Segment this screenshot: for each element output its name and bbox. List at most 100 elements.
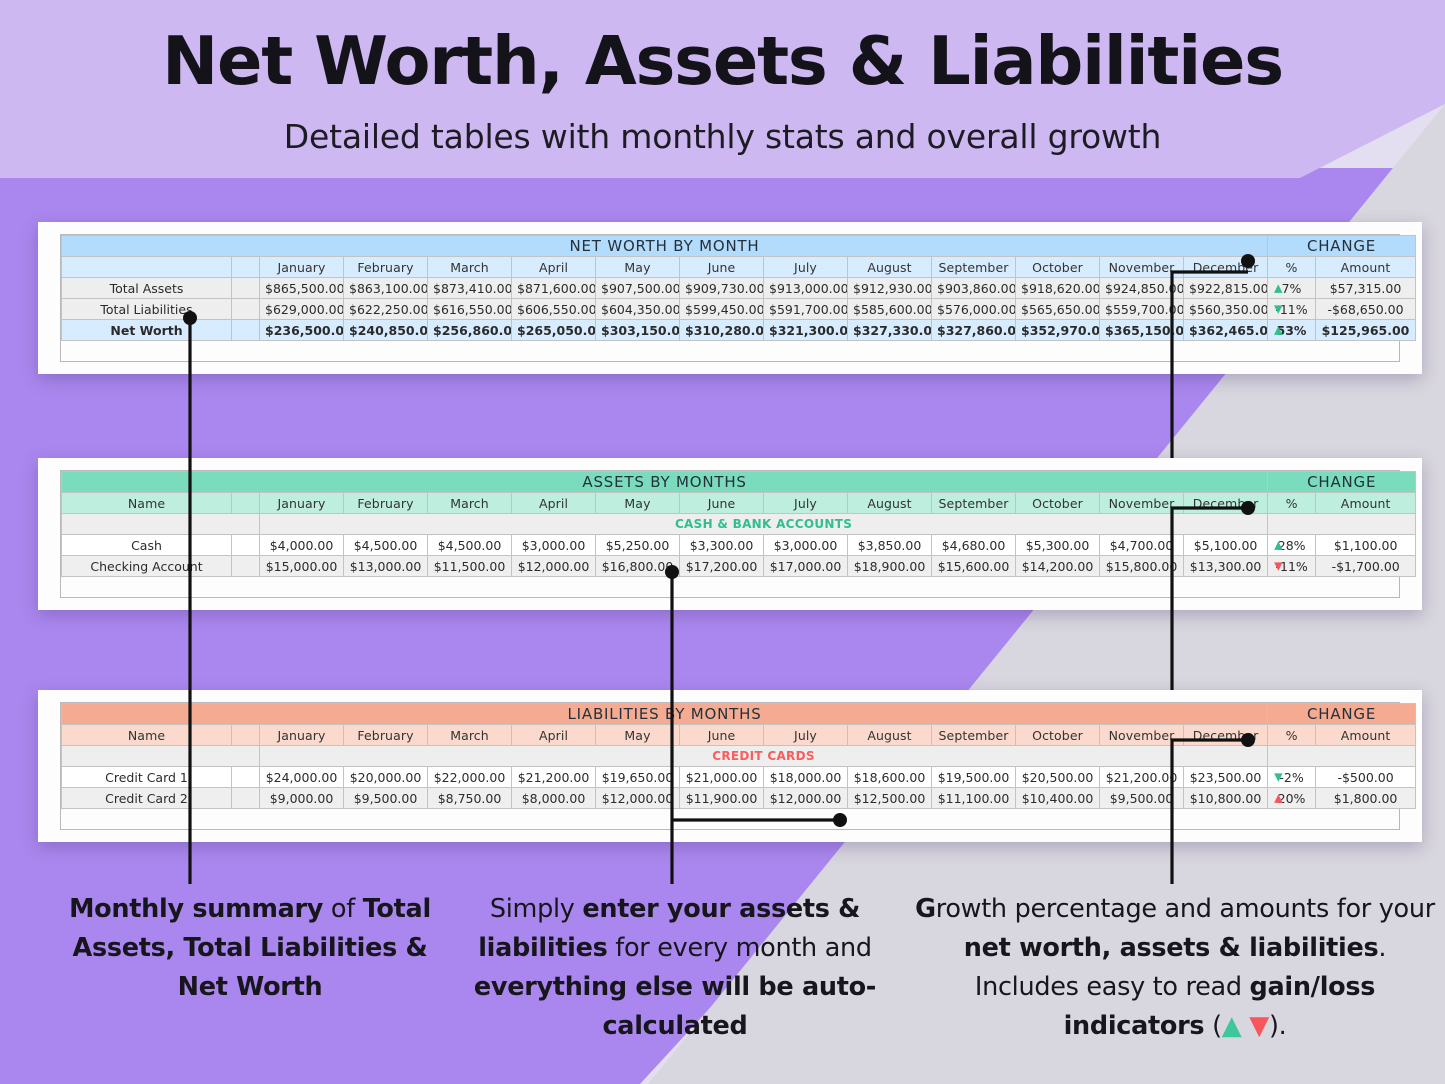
cell-june[interactable]: $21,000.00 — [679, 766, 764, 788]
table-row[interactable]: Total Liabilities $629,000.00 $622,250.00 $… — [61, 298, 1417, 320]
cell-september[interactable]: $576,000.00 — [931, 298, 1016, 320]
cell-december[interactable]: $23,500.00 — [1182, 766, 1269, 788]
cell-march[interactable]: $616,550.00 — [427, 298, 512, 320]
liabilities-sheet: LIABILITIES BY MONTHS CHANGE Name January Fe… — [60, 702, 1417, 830]
column-header-october: October — [1015, 256, 1100, 278]
table-banner-title: NET WORTH BY MONTH — [61, 235, 1268, 257]
cell-december[interactable]: $13,300.00 — [1182, 555, 1269, 577]
cell-june[interactable]: $310,280.00 — [679, 319, 764, 341]
cell-june[interactable]: $909,730.00 — [679, 277, 764, 299]
column-header-january: January — [259, 492, 344, 514]
cell-october[interactable]: $918,620.00 — [1015, 277, 1100, 299]
cell-february[interactable]: $240,850.00 — [343, 319, 428, 341]
column-header-september: September — [931, 724, 1016, 746]
cell-july[interactable]: $913,000.00 — [763, 277, 848, 299]
cell-august[interactable]: $12,500.00 — [847, 787, 932, 809]
cell-july[interactable]: $17,000.00 — [763, 555, 848, 577]
cell-march[interactable]: $873,410.00 — [427, 277, 512, 299]
row-spacer — [231, 298, 260, 320]
cell-october[interactable]: $20,500.00 — [1015, 766, 1100, 788]
table-row[interactable]: Credit Card 2 $9,000.00 $9,500.00 $8,750.00… — [61, 787, 1417, 809]
cell-august[interactable]: $585,600.00 — [847, 298, 932, 320]
column-header-june: June — [679, 492, 764, 514]
cell-june[interactable]: $11,900.00 — [679, 787, 764, 809]
cell-february[interactable]: $863,100.00 — [343, 277, 428, 299]
cell-september[interactable]: $19,500.00 — [931, 766, 1016, 788]
cell-september[interactable]: $327,860.00 — [931, 319, 1016, 341]
cell-november[interactable]: $15,800.00 — [1099, 555, 1184, 577]
cell-september[interactable]: $15,600.00 — [931, 555, 1016, 577]
table-row[interactable]: Net Worth $236,500.00$240,850.00$256,860.… — [61, 319, 1417, 341]
cell-june[interactable]: $17,200.00 — [679, 555, 764, 577]
cell-may[interactable]: $16,800.00 — [595, 555, 680, 577]
cell-february[interactable]: $13,000.00 — [343, 555, 428, 577]
cell-february[interactable]: $622,250.00 — [343, 298, 428, 320]
cell-june[interactable]: $599,450.00 — [679, 298, 764, 320]
cell-july[interactable]: $591,700.00 — [763, 298, 848, 320]
cell-january[interactable]: $24,000.00 — [259, 766, 344, 788]
cell-august[interactable]: $18,900.00 — [847, 555, 932, 577]
cell-september[interactable]: $4,680.00 — [931, 534, 1016, 556]
cell-november[interactable]: $559,700.00 — [1099, 298, 1184, 320]
cell-may[interactable]: $604,350.00 — [595, 298, 680, 320]
cell-july[interactable]: $3,000.00 — [763, 534, 848, 556]
table-row[interactable]: Total Assets $865,500.00 $863,100.00 $873,4… — [61, 277, 1417, 299]
cell-december[interactable]: $5,100.00 — [1182, 534, 1269, 556]
cell-april[interactable]: $3,000.00 — [511, 534, 596, 556]
cell-may[interactable]: $303,150.00 — [595, 319, 680, 341]
cell-may[interactable]: $5,250.00 — [595, 534, 680, 556]
cell-march[interactable]: $256,860.00 — [427, 319, 512, 341]
cell-august[interactable]: $912,930.00 — [847, 277, 932, 299]
cell-july[interactable]: $12,000.00 — [763, 787, 848, 809]
cell-january[interactable]: $4,000.00 — [259, 534, 344, 556]
cell-august[interactable]: $327,330.00 — [847, 319, 932, 341]
cell-may[interactable]: $12,000.00 — [595, 787, 680, 809]
cell-april[interactable]: $21,200.00 — [511, 766, 596, 788]
cell-july[interactable]: $321,300.00 — [763, 319, 848, 341]
cell-october[interactable]: $565,650.00 — [1015, 298, 1100, 320]
cell-may[interactable]: $907,500.00 — [595, 277, 680, 299]
cell-april[interactable]: $871,600.00 — [511, 277, 596, 299]
cell-january[interactable]: $629,000.00 — [259, 298, 344, 320]
cell-october[interactable]: $14,200.00 — [1015, 555, 1100, 577]
cell-april[interactable]: $12,000.00 — [511, 555, 596, 577]
cell-may[interactable]: $19,650.00 — [595, 766, 680, 788]
cell-january[interactable]: $865,500.00 — [259, 277, 344, 299]
cell-november[interactable]: $365,150.00 — [1099, 319, 1184, 341]
row-name: Total Liabilities — [61, 298, 232, 320]
cell-november[interactable]: $924,850.00 — [1099, 277, 1184, 299]
cell-december[interactable]: $10,800.00 — [1182, 787, 1269, 809]
table-row[interactable]: Credit Card 1 $24,000.00 $20,000.00 $22,000… — [61, 766, 1417, 788]
cell-march[interactable]: $22,000.00 — [427, 766, 512, 788]
cell-march[interactable]: $8,750.00 — [427, 787, 512, 809]
cell-september[interactable]: $903,860.00 — [931, 277, 1016, 299]
arrow-up-icon: ▲ — [1274, 281, 1283, 295]
cell-january[interactable]: $15,000.00 — [259, 555, 344, 577]
cell-june[interactable]: $3,300.00 — [679, 534, 764, 556]
table-row[interactable]: Cash $4,000.00 $4,500.00 $4,500.00 $3,000.00… — [61, 534, 1417, 556]
cell-january[interactable]: $236,500.00 — [259, 319, 344, 341]
cell-october[interactable]: $352,970.00 — [1015, 319, 1100, 341]
cell-march[interactable]: $4,500.00 — [427, 534, 512, 556]
cell-august[interactable]: $3,850.00 — [847, 534, 932, 556]
cell-october[interactable]: $5,300.00 — [1015, 534, 1100, 556]
cell-november[interactable]: $4,700.00 — [1099, 534, 1184, 556]
cell-november[interactable]: $21,200.00 — [1099, 766, 1184, 788]
cell-february[interactable]: $9,500.00 — [343, 787, 428, 809]
table-row[interactable]: Checking Account $15,000.00 $13,000.00 $11,… — [61, 555, 1417, 577]
cell-september[interactable]: $11,100.00 — [931, 787, 1016, 809]
cell-april[interactable]: $8,000.00 — [511, 787, 596, 809]
cell-july[interactable]: $18,000.00 — [763, 766, 848, 788]
cell-november[interactable]: $9,500.00 — [1099, 787, 1184, 809]
cell-march[interactable]: $11,500.00 — [427, 555, 512, 577]
cell-december[interactable]: $362,465.00 — [1183, 319, 1268, 341]
cell-december[interactable]: $922,815.00 — [1183, 277, 1268, 299]
cell-april[interactable]: $606,550.00 — [511, 298, 596, 320]
cell-january[interactable]: $9,000.00 — [259, 787, 344, 809]
cell-february[interactable]: $20,000.00 — [343, 766, 428, 788]
cell-october[interactable]: $10,400.00 — [1015, 787, 1100, 809]
cell-april[interactable]: $265,050.00 — [511, 319, 596, 341]
cell-february[interactable]: $4,500.00 — [343, 534, 428, 556]
cell-august[interactable]: $18,600.00 — [847, 766, 932, 788]
cell-december[interactable]: $560,350.00 — [1183, 298, 1268, 320]
